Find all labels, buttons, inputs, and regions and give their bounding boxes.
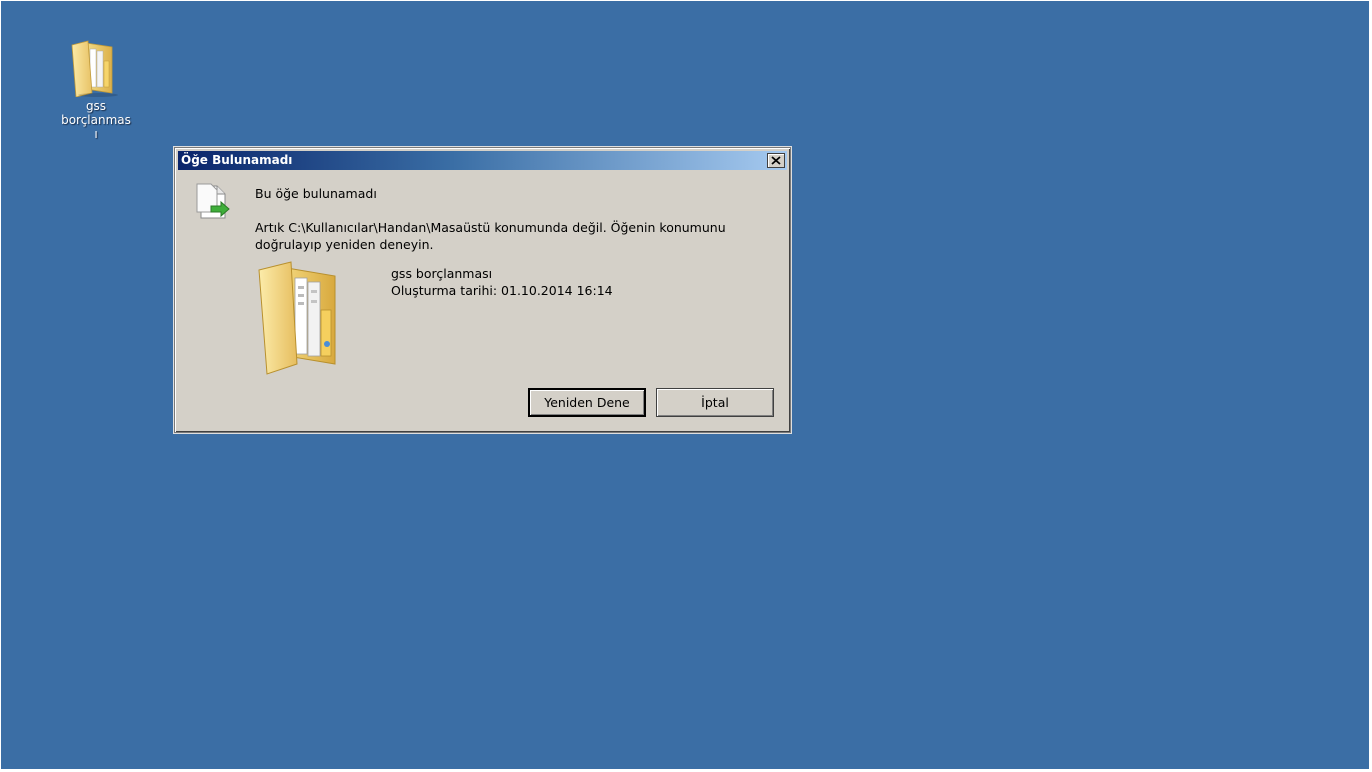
dialog-titlebar[interactable]: Öğe Bulunamadı xyxy=(178,151,787,170)
close-button[interactable] xyxy=(767,153,785,168)
cancel-button[interactable]: İptal xyxy=(656,388,774,417)
item-name: gss borçlanması xyxy=(391,266,493,281)
desktop-icon-gss-borclanmasi[interactable]: gss borçlanması xyxy=(53,39,139,141)
retry-button[interactable]: Yeniden Dene xyxy=(528,388,646,417)
file-move-icon xyxy=(193,182,233,222)
folder-icon xyxy=(257,260,357,376)
dialog-message: Artık C:\Kullanıcılar\Handan\Masaüstü ko… xyxy=(255,220,726,252)
folder-icon xyxy=(68,39,124,98)
item-created-date: Oluşturma tarihi: 01.10.2014 16:14 xyxy=(391,283,613,298)
dialog-title: Öğe Bulunamadı xyxy=(181,153,293,167)
desktop[interactable]: gss borçlanması Öğe Bulunamadı Bu öğe bu… xyxy=(1,1,1369,769)
close-icon xyxy=(771,156,781,165)
dialog-heading: Bu öğe bulunamadı xyxy=(255,186,377,201)
item-not-found-dialog: Öğe Bulunamadı Bu öğe bulunamadı Artık C… xyxy=(174,147,791,433)
desktop-icon-label: gss borçlanması xyxy=(61,99,131,141)
